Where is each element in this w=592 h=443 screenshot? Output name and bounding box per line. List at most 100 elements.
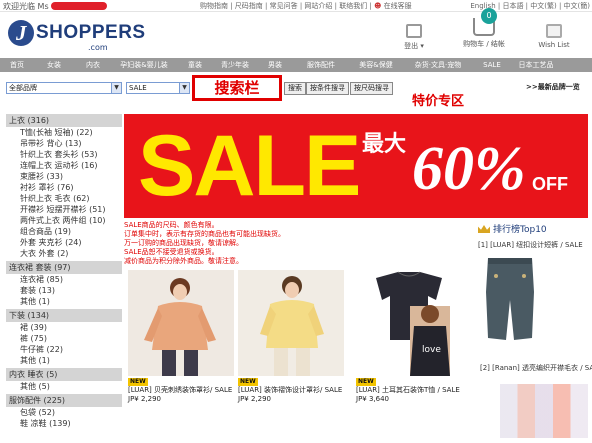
sidebar-item[interactable]: 开襟衫 短摆开襟衫 (51) (6, 204, 122, 215)
sidebar-header-innerwear[interactable]: 内衣 睡衣 (5) (6, 368, 122, 381)
ranking-item[interactable]: [2] [Ranan] 透亮编织开襟毛衣 / SALE (480, 364, 592, 373)
nav-item-maternity[interactable]: 孕妇装&婴儿装 (112, 60, 176, 70)
nav-item-home[interactable]: 首页 (0, 60, 34, 70)
sidebar-item[interactable]: 其他 (1) (6, 355, 122, 366)
product-name[interactable]: [LUAR] 装饰褶饰设计罩衫/ SALE (238, 386, 344, 395)
nav-item-teens[interactable]: 青少年装 (214, 60, 256, 70)
logout-icon (406, 24, 422, 38)
sidebar-item[interactable]: 组合商品 (19) (6, 226, 122, 237)
sidebar-item[interactable]: 鞋 凉鞋 (139) (6, 418, 122, 429)
product-image[interactable] (238, 270, 344, 376)
shirt-print-text: love (422, 345, 441, 355)
sidebar-header-bottoms[interactable]: 下装 (134) (6, 309, 122, 322)
sidebar-item[interactable]: 连帽上衣 运动衫 (16) (6, 160, 122, 171)
crown-icon (478, 225, 490, 233)
chevron-down-icon: ▼ (179, 83, 189, 93)
product-name[interactable]: [LUAR] 土耳其石装饰T恤 / SALE (356, 386, 462, 395)
ranking-panel: 排行榜Top10 [1] [LUAR] 纽扣设计短裤 / SALE (478, 222, 588, 250)
sidebar-item[interactable]: 针织上衣 套头衫 (53) (6, 149, 122, 160)
sidebar-item[interactable]: 包袋 (52) (6, 407, 122, 418)
ranking-product-image[interactable] (482, 252, 538, 358)
category-select[interactable]: SALE ▼ (126, 82, 190, 94)
ranking-item[interactable]: [1] [LUAR] 纽扣设计短裤 / SALE (478, 241, 588, 250)
new-badge: NEW (238, 378, 258, 386)
product-price: JP¥ 2,290 (128, 395, 162, 403)
logo-sub: .com (88, 43, 108, 52)
product-card[interactable]: love NEW [LUAR] 土耳其石装饰T恤 / SALE JP¥ 3,64… (356, 270, 462, 404)
nav-item-kids[interactable]: 童装 (176, 60, 214, 70)
nav-item-goods[interactable]: 杂货·文具·宠物 (404, 60, 472, 70)
wish-list-icon (546, 24, 562, 38)
category-sidebar: 上衣 (316) T恤(长袖 短袖) (22) 吊带衫 背心 (13) 针织上衣… (6, 112, 122, 443)
site-logo[interactable]: J SHOPPERS .com (8, 20, 145, 56)
sidebar-item[interactable]: 外套 夹克衫 (24) (6, 237, 122, 248)
condition-search-button[interactable]: 按条件搜寻 (306, 82, 349, 95)
special-offer-annotation: 特价专区 (412, 94, 465, 109)
nav-item-sale[interactable]: SALE (472, 61, 512, 69)
sidebar-item[interactable]: 连衣裙 (85) (6, 274, 122, 285)
product-image[interactable]: love (356, 270, 462, 376)
banner-off-text: OFF (532, 174, 568, 194)
sidebar-item[interactable]: 针织上衣 毛衣 (62) (6, 193, 122, 204)
sidebar-item[interactable]: 束腰衫 (33) (6, 171, 122, 182)
size-search-button[interactable]: 按尺码搜寻 (350, 82, 393, 95)
sidebar-item[interactable]: 衬衫 罩衫 (76) (6, 182, 122, 193)
sidebar-item[interactable]: T恤(长袖 短袖) (22) (6, 127, 122, 138)
cart-count-badge: 0 (481, 8, 497, 24)
ranking-title: 排行榜Top10 (478, 222, 588, 235)
nav-item-women[interactable]: 女装 (34, 60, 74, 70)
note-line: 万一订购的商品出现缺货，敬请谅解。 (124, 239, 243, 247)
note-line: SALE商品的尺码、颜色有限。 (124, 221, 219, 229)
nav-item-underwear[interactable]: 内衣 (74, 60, 112, 70)
note-line: 减价商品为积分除外商品。敬请注意。 (124, 257, 243, 265)
service-link[interactable]: 在线客服 (384, 2, 412, 10)
banner-max-text: 最大 (362, 131, 407, 157)
note-line: 订单集中时，表示有存货的商品也有可能出现缺货。 (124, 230, 285, 238)
logo-mark: J (8, 20, 34, 46)
product-card[interactable]: NEW [LUAR] 装饰褶饰设计罩衫/ SALE JP¥ 2,290 (238, 270, 344, 404)
cart-button[interactable]: 0 购物车 / 结帐 (456, 8, 512, 49)
welcome-text: 欢迎光临 Ms (3, 1, 107, 12)
sidebar-item[interactable]: 裙 (39) (6, 322, 122, 333)
logo-text: SHOPPERS (36, 22, 146, 43)
cart-icon: 0 (473, 8, 497, 36)
new-badge: NEW (356, 378, 376, 386)
product-name[interactable]: [LUAR] 贝壳刺绣装饰罩衫/ SALE (128, 386, 234, 395)
sidebar-header-accessories[interactable]: 服饰配件 (225) (6, 394, 122, 407)
main-nav: 首页 女装 内衣 孕妇装&婴儿装 童装 青少年装 男装 服饰配件 美容&保健 杂… (0, 58, 592, 72)
nav-item-men[interactable]: 男装 (256, 60, 294, 70)
search-button[interactable]: 搜索 (284, 82, 306, 95)
sidebar-item[interactable]: 其他 (1) (6, 296, 122, 307)
wish-list-button[interactable]: Wish List (532, 24, 576, 49)
person-icon: ☻ (374, 2, 382, 10)
top-links[interactable]: 购物指南 | 尺码指南 | 常见问答 | 网站介绍 | 联络我们 | ☻ 在线客… (200, 1, 412, 11)
sidebar-item[interactable]: 两件式上衣 两件组 (10) (6, 215, 122, 226)
nav-item-beauty[interactable]: 美容&保健 (348, 60, 404, 70)
chevron-down-icon: ▼ (111, 83, 121, 93)
note-line: SALE品恕不接受退货或换货。 (124, 248, 219, 256)
product-price: JP¥ 3,640 (356, 395, 390, 403)
product-card[interactable]: NEW [LUAR] 贝壳刺绣装饰罩衫/ SALE JP¥ 2,290 (128, 270, 234, 404)
brand-select[interactable]: 全部品牌 ▼ (6, 82, 122, 94)
sidebar-item[interactable]: 其他 (5) (6, 381, 122, 392)
logout-button[interactable]: 登出 ▾ (392, 24, 436, 51)
product-image[interactable] (128, 270, 234, 376)
sale-banner[interactable]: SALE 最大 60% OFF (124, 114, 588, 218)
sidebar-item[interactable]: 吊带衫 背心 (13) (6, 138, 122, 149)
search-bar-annotation: 搜索栏 (192, 75, 282, 101)
sidebar-item[interactable]: 套装 (13) (6, 285, 122, 296)
sidebar-header-dresses[interactable]: 连衣裙 套装 (97) (6, 261, 122, 274)
sale-notes: SALE商品的尺码、颜色有限。 订单集中时，表示有存货的商品也有可能出现缺货。 … (124, 221, 364, 266)
redacted-username (50, 2, 107, 10)
sidebar-item[interactable]: 裤 (75) (6, 333, 122, 344)
sidebar-item[interactable]: 牛仔裤 (22) (6, 344, 122, 355)
brand-list-link[interactable]: >>最新品牌一览 (526, 82, 580, 92)
new-badge: NEW (128, 378, 148, 386)
nav-item-japan-crafts[interactable]: 日本工艺品 (512, 60, 560, 70)
nav-item-accessories[interactable]: 服饰配件 (294, 60, 348, 70)
pixelated-product-image[interactable] (500, 384, 588, 438)
product-price: JP¥ 2,290 (238, 395, 272, 403)
banner-sale-text: SALE (138, 118, 361, 214)
sidebar-item[interactable]: 大衣 外套 (2) (6, 248, 122, 259)
sidebar-header-tops[interactable]: 上衣 (316) (6, 114, 122, 127)
